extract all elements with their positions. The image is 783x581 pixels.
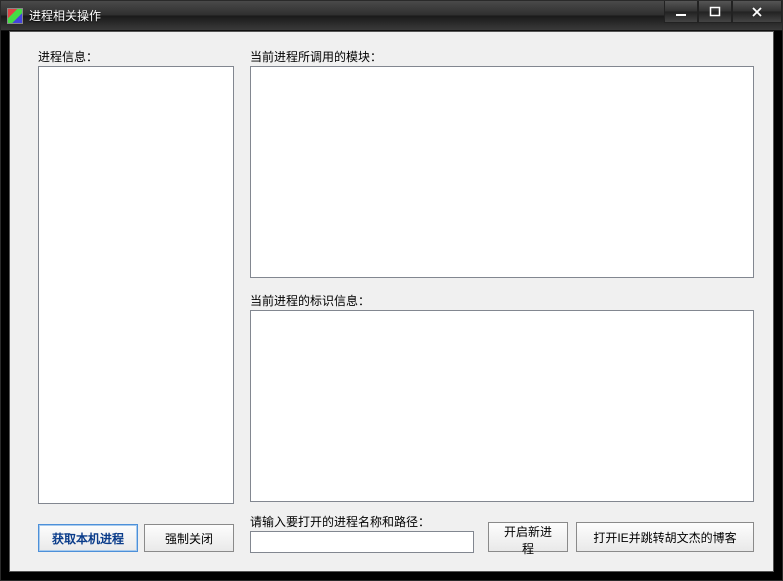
window-title: 进程相关操作 (29, 7, 101, 24)
modules-label: 当前进程所调用的模块： (250, 48, 382, 65)
client-area: 进程信息： 当前进程所调用的模块： 当前进程的标识信息： 请输入要打开的进程名称… (9, 31, 774, 572)
form-body: 进程信息： 当前进程所调用的模块： 当前进程的标识信息： 请输入要打开的进程名称… (10, 32, 773, 571)
open-ie-blog-button[interactable]: 打开IE并跳转胡文杰的博客 (576, 522, 754, 552)
maximize-button[interactable] (698, 1, 732, 23)
input-prompt-label: 请输入要打开的进程名称和路径： (250, 513, 430, 530)
process-info-label: 进程信息： (38, 48, 98, 65)
minimize-button[interactable] (664, 1, 698, 23)
force-close-button[interactable]: 强制关闭 (144, 524, 234, 552)
id-info-label: 当前进程的标识信息： (250, 292, 370, 309)
open-new-process-button[interactable]: 开启新进程 (488, 522, 568, 552)
id-info-listbox[interactable] (250, 310, 754, 502)
minimize-icon (675, 6, 687, 18)
titlebar[interactable]: 进程相关操作 (1, 1, 782, 31)
get-processes-button[interactable]: 获取本机进程 (38, 524, 138, 552)
maximize-icon (709, 6, 721, 18)
process-listbox[interactable] (38, 66, 234, 504)
window-frame: 进程相关操作 进程信息： 当前进程所调用的模块： 当前进程的标识信息： 请输入要… (0, 0, 783, 581)
close-button[interactable] (732, 1, 782, 23)
close-icon (750, 6, 764, 18)
process-path-input[interactable] (250, 531, 474, 553)
app-icon (7, 8, 23, 24)
modules-listbox[interactable] (250, 66, 754, 278)
window-controls (664, 1, 782, 23)
